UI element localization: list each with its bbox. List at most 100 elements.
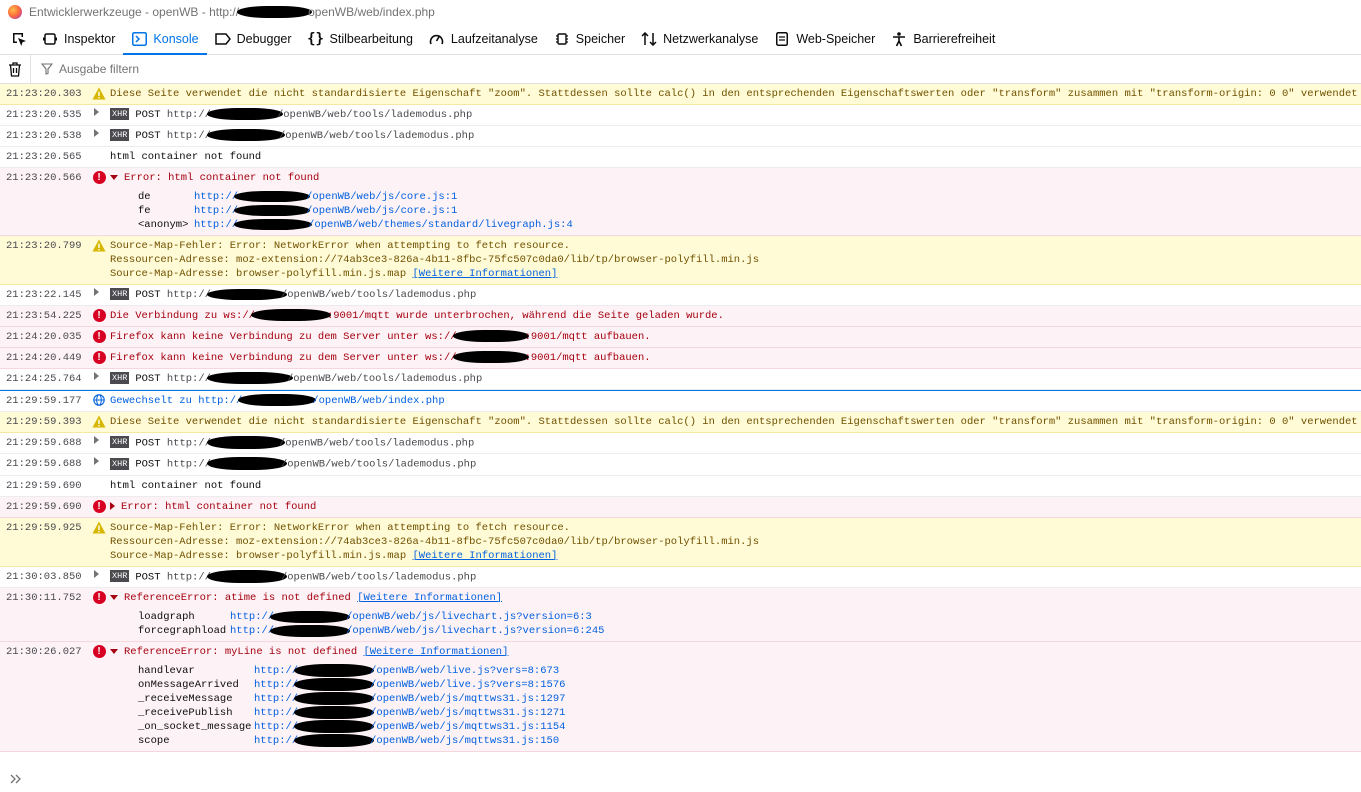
request-url-path[interactable]: /openWB/web/tools/lademodus.php xyxy=(277,109,472,121)
expand-arrow-icon[interactable] xyxy=(93,288,99,296)
stack-frame[interactable]: handlevar http:// /openWB/web/live.js?vers… xyxy=(138,663,1361,678)
frame-location[interactable]: /openWB/web/js/livechart.js?version=6:3 xyxy=(346,610,592,624)
expand-arrow-icon[interactable] xyxy=(93,372,99,380)
log-row-xhr[interactable]: 21:24:25.764 XHR POST http:// /openWB/web/… xyxy=(0,369,1361,390)
frame-location[interactable]: /openWB/web/js/livechart.js?version=6:24… xyxy=(346,624,604,638)
frame-location-prefix[interactable]: http:// xyxy=(254,678,298,692)
log-row-xhr[interactable]: 21:29:59.688 XHR POST http:// /openWB/web/… xyxy=(0,433,1361,455)
redacted-host xyxy=(294,733,375,747)
log-row-xhr[interactable]: 21:23:22.145 XHR POST http:// /openWB/web/… xyxy=(0,285,1361,306)
stack-frame[interactable]: onMessageArrived http:// /openWB/web/live.… xyxy=(138,677,1361,692)
log-row-error: 21:24:20.449 ! Firefox kann keine Verbin… xyxy=(0,348,1361,369)
stack-trace: handlevar http:// /openWB/web/live.js?vers… xyxy=(110,659,1361,748)
element-picker-button[interactable] xyxy=(4,24,34,54)
stack-frame[interactable]: fe http:// /openWB/web/js/core.js:1 xyxy=(138,204,1361,218)
clear-console-button[interactable] xyxy=(0,55,31,83)
expand-arrow-icon[interactable] xyxy=(93,129,99,137)
request-url-path[interactable]: /openWB/web/tools/lademodus.php xyxy=(287,373,482,385)
tab-style-editor[interactable]: {} Stilbearbeitung xyxy=(300,24,421,54)
request-url-path[interactable]: /openWB/web/tools/lademodus.php xyxy=(281,571,476,583)
frame-location-prefix[interactable]: http:// xyxy=(254,664,298,678)
performance-icon xyxy=(429,31,445,47)
request-url-prefix[interactable]: http:// xyxy=(167,437,211,449)
timestamp: 21:29:59.393 xyxy=(6,416,82,428)
more-info-link[interactable]: [Weitere Informationen] xyxy=(412,268,557,280)
resource-address: Ressourcen-Adresse: moz-extension://74ab… xyxy=(110,254,760,266)
tab-performance[interactable]: Laufzeitanalyse xyxy=(421,24,546,54)
frame-location-prefix[interactable]: http:// xyxy=(194,218,238,232)
request-url-prefix[interactable]: http:// xyxy=(167,459,211,471)
log-row-xhr[interactable]: 21:23:20.535 XHR POST http:// /openWB/web/… xyxy=(0,105,1361,126)
frame-location[interactable]: /openWB/web/js/mqttws31.js:1297 xyxy=(370,692,565,706)
frame-function: loadgraph xyxy=(138,610,195,623)
timestamp: 21:29:59.925 xyxy=(6,521,82,534)
tab-accessibility[interactable]: Barrierefreiheit xyxy=(883,24,1003,54)
more-info-link[interactable]: [Weitere Informationen] xyxy=(363,646,508,658)
request-url-path[interactable]: /openWB/web/tools/lademodus.php xyxy=(281,289,476,301)
frame-location[interactable]: /openWB/web/js/mqttws31.js:1154 xyxy=(370,720,565,734)
request-url-prefix[interactable]: http:// xyxy=(167,289,211,301)
frame-location[interactable]: /openWB/web/themes/standard/livegraph.js… xyxy=(308,218,573,232)
frame-location[interactable]: /openWB/web/js/mqttws31.js:150 xyxy=(370,734,559,748)
stack-frame[interactable]: _on_socket_message http:// /openWB/web/js/… xyxy=(138,719,1361,734)
filter-input[interactable] xyxy=(57,61,361,77)
source-map-address: Source-Map-Adresse: browser-polyfill.min… xyxy=(110,268,407,280)
request-url-prefix[interactable]: http:// xyxy=(167,571,211,583)
request-url-path[interactable]: /openWB/web/tools/lademodus.php xyxy=(281,459,476,471)
log-row-error[interactable]: 21:29:59.690 ! Error: html container not… xyxy=(0,496,1361,518)
http-method: POST xyxy=(135,437,161,450)
console-input[interactable] xyxy=(0,765,1361,792)
error-icon: ! xyxy=(92,590,106,604)
request-url-prefix[interactable]: http:// xyxy=(167,109,211,121)
expand-arrow-icon[interactable] xyxy=(93,569,99,578)
frame-location-prefix[interactable]: http:// xyxy=(194,190,238,204)
collapse-arrow-icon[interactable] xyxy=(110,594,118,600)
stack-frame[interactable]: loadgraph http:// /openWB/web/js/livechart… xyxy=(138,610,1361,624)
frame-location[interactable]: /openWB/web/live.js?vers=8:1576 xyxy=(370,678,565,692)
expand-arrow-icon[interactable] xyxy=(93,457,99,466)
stack-frame[interactable]: <anonym> http:// /openWB/web/themes/standa… xyxy=(138,218,1361,232)
frame-location-prefix[interactable]: http:// xyxy=(230,624,274,638)
frame-location-prefix[interactable]: http:// xyxy=(254,706,298,720)
frame-location[interactable]: /openWB/web/js/core.js:1 xyxy=(306,190,457,204)
stack-frame[interactable]: forcegraphload http:// /openWB/web/js/live… xyxy=(138,624,1361,638)
log-row-xhr[interactable]: 21:30:03.850 XHR POST http:// /openWB/web/… xyxy=(0,567,1361,588)
stack-frame[interactable]: scope http:// /openWB/web/js/mqttws31.js:1… xyxy=(138,733,1361,748)
expand-arrow-icon[interactable] xyxy=(93,436,99,444)
stack-frame[interactable]: de http:// /openWB/web/js/core.js:1 xyxy=(138,190,1361,204)
request-url-path[interactable]: /openWB/web/tools/lademodus.php xyxy=(279,437,474,449)
stack-trace: de http:// /openWB/web/js/core.js:1 fe http:… xyxy=(110,185,1361,232)
frame-function: _on_socket_message xyxy=(138,720,252,733)
frame-location[interactable]: /openWB/web/live.js?vers=8:673 xyxy=(370,664,559,678)
frame-location-prefix[interactable]: http:// xyxy=(254,734,298,748)
frame-location-prefix[interactable]: http:// xyxy=(254,720,298,734)
tab-network[interactable]: Netzwerkanalyse xyxy=(633,24,766,54)
memory-icon xyxy=(554,31,570,47)
stack-frame[interactable]: _receiveMessage http:// /openWB/web/js/mqt… xyxy=(138,691,1361,706)
redacted-host xyxy=(206,569,287,583)
frame-location-prefix[interactable]: http:// xyxy=(230,610,274,624)
request-url-prefix[interactable]: http:// xyxy=(167,373,211,385)
filter-field[interactable] xyxy=(31,61,361,77)
expand-arrow-icon[interactable] xyxy=(93,108,99,116)
expand-arrow-icon[interactable] xyxy=(110,501,115,510)
more-info-link[interactable]: [Weitere Informationen] xyxy=(412,550,557,562)
collapse-arrow-icon[interactable] xyxy=(110,648,118,654)
tab-inspector[interactable]: Inspektor xyxy=(34,24,123,54)
tab-memory[interactable]: Speicher xyxy=(546,24,633,54)
request-url-prefix[interactable]: http:// xyxy=(167,130,211,142)
request-url-path[interactable]: /openWB/web/tools/lademodus.php xyxy=(279,130,474,142)
collapse-arrow-icon[interactable] xyxy=(110,174,118,180)
log-row-xhr[interactable]: 21:29:59.688 XHR POST http:// /openWB/web/… xyxy=(0,454,1361,476)
frame-location-prefix[interactable]: http:// xyxy=(254,692,298,706)
log-row: 21:29:59.690 html container not found xyxy=(0,476,1361,497)
frame-location-prefix[interactable]: http:// xyxy=(194,204,238,218)
stack-frame[interactable]: _receivePublish http:// /openWB/web/js/mqt… xyxy=(138,705,1361,720)
frame-location[interactable]: /openWB/web/js/mqttws31.js:1271 xyxy=(370,706,565,720)
tab-console[interactable]: Konsole xyxy=(123,24,207,55)
tab-debugger[interactable]: Debugger xyxy=(207,24,300,54)
tab-storage[interactable]: Web-Speicher xyxy=(766,24,883,54)
more-info-link[interactable]: [Weitere Informationen] xyxy=(357,592,502,604)
frame-location[interactable]: /openWB/web/js/core.js:1 xyxy=(306,204,457,218)
log-row-xhr[interactable]: 21:23:20.538 XHR POST http:// /openWB/web/… xyxy=(0,126,1361,147)
